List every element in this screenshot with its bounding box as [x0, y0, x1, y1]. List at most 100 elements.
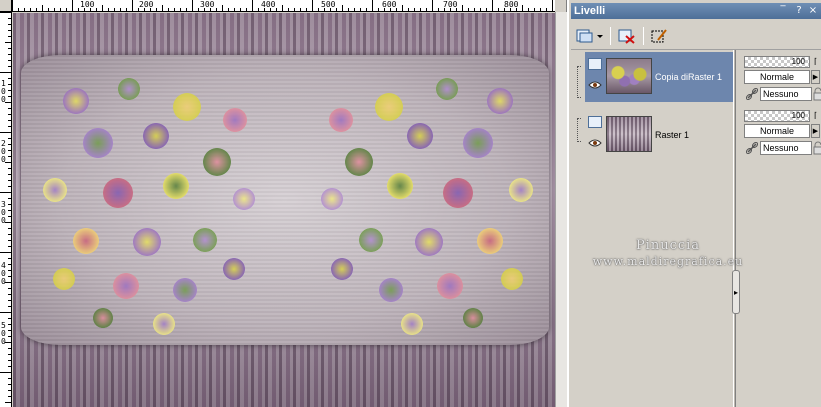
ruler-label: 200 [139, 0, 154, 9]
lock-icon[interactable] [813, 87, 821, 101]
flower-blob [233, 188, 255, 210]
raster-layer-icon [588, 116, 602, 128]
delete-layer-icon [618, 29, 635, 44]
watermark-url: www.maldiregrafica.eu [592, 255, 744, 268]
blend-mode-select[interactable]: Normale [744, 70, 810, 84]
toolbar-separator [610, 27, 611, 45]
group-link-select[interactable]: Nessuno [760, 141, 812, 155]
close-icon[interactable]: × [807, 5, 819, 17]
flower-blob [223, 108, 247, 132]
layers-title-bar[interactable]: Livelli ‾ ? × [571, 3, 821, 19]
layer-properties-copia-raster-1: 100 ⌈ Normale ▶ Nessuno [744, 54, 821, 106]
canvas-image[interactable] [13, 13, 555, 407]
flower-blob [133, 228, 161, 256]
watermark-name: Pinuccia [635, 238, 701, 253]
ruler-label: 400 [261, 0, 276, 9]
ruler-label: 700 [443, 0, 458, 9]
flower-blob [63, 88, 89, 114]
canvas-pane: 100 200 300 400 500 600 700 800 1 0 0 2 … [0, 0, 567, 407]
flower-bouquet-right [298, 68, 553, 343]
flower-blob [93, 308, 113, 328]
flower-blob [345, 148, 373, 176]
flower-blob [436, 78, 458, 100]
blend-mode-select[interactable]: Normale [744, 124, 810, 138]
flower-blob [153, 313, 175, 335]
new-layer-button[interactable] [575, 26, 605, 46]
ruler-label: 5 0 0 [1, 321, 6, 346]
delete-layer-button[interactable] [616, 26, 638, 46]
ruler-label: 600 [382, 0, 397, 9]
flower-blob [375, 93, 403, 121]
eye-icon[interactable] [588, 138, 602, 148]
pin-icon[interactable]: ‾ [777, 5, 789, 17]
group-link-select[interactable]: Nessuno [760, 87, 812, 101]
chevron-right-icon[interactable]: ▶ [811, 70, 820, 84]
flower-blob [331, 258, 353, 280]
group-link-bracket [577, 66, 581, 98]
flower-blob [113, 273, 139, 299]
layer-row-copia-raster-1[interactable]: Copia diRaster 1 [577, 52, 735, 102]
flower-blob [223, 258, 245, 280]
flower-blob [203, 148, 231, 176]
minimize-icon[interactable]: ? [793, 5, 805, 17]
opacity-slider-icon[interactable]: ⌈ [811, 56, 820, 68]
opacity-field[interactable]: 100 [744, 110, 810, 122]
vertical-scrollbar[interactable] [555, 12, 567, 407]
ruler-label: 100 [80, 0, 95, 9]
edit-selection-button[interactable] [648, 26, 670, 46]
chevron-right-icon[interactable]: ▶ [811, 124, 820, 138]
flower-blob [43, 178, 67, 202]
opacity-field[interactable]: 100 [744, 56, 810, 68]
raster-layer-icon [588, 58, 602, 70]
flower-blob [387, 173, 413, 199]
app-window: 100 200 300 400 500 600 700 800 1 0 0 2 … [0, 0, 821, 407]
ruler-label: 300 [200, 0, 215, 9]
layers-title: Livelli [574, 5, 606, 17]
ruler-corner [0, 0, 12, 12]
opacity-value: 100 [791, 57, 805, 66]
flower-blob [463, 308, 483, 328]
flower-blob [379, 278, 403, 302]
layer-thumbnail [606, 116, 652, 152]
flower-blob [118, 78, 140, 100]
ruler-label: 4 0 0 [1, 261, 6, 286]
layer-properties-raster-1: 100 ⌈ Normale ▶ Nessuno [744, 108, 821, 160]
toolbar-separator [643, 27, 644, 45]
flower-blob [463, 128, 493, 158]
layer-row-raster-1[interactable]: Raster 1 [577, 110, 735, 160]
ruler-label: 1 0 0 [1, 79, 6, 104]
flower-blob [487, 88, 513, 114]
flower-blob [321, 188, 343, 210]
properties-divider[interactable] [733, 50, 736, 407]
link-icon[interactable] [745, 87, 759, 101]
collapse-handle[interactable]: ▸ [732, 270, 740, 314]
flower-blob [143, 123, 169, 149]
layer-thumbnail [606, 58, 652, 94]
flower-blob [73, 228, 99, 254]
layers-palette: Livelli ‾ ? × Copia diRaster 1 Raster 1 … [567, 0, 821, 407]
flower-blob [103, 178, 133, 208]
ruler-label: 3 0 0 [1, 200, 6, 225]
flower-blob [477, 228, 503, 254]
layer-list: Copia diRaster 1 Raster 1 [575, 52, 740, 402]
watermark: Pinuccia www.maldiregrafica.eu [578, 238, 758, 268]
vertical-ruler: 1 0 0 2 0 0 3 0 0 4 0 0 5 0 0 [0, 12, 12, 407]
link-icon[interactable] [745, 141, 759, 155]
flower-blob [359, 228, 383, 252]
ruler-label: 500 [321, 0, 336, 9]
flower-blob [501, 268, 523, 290]
opacity-slider-icon[interactable]: ⌈ [811, 110, 820, 122]
flower-blob [437, 273, 463, 299]
opacity-value: 100 [791, 111, 805, 120]
eye-icon[interactable] [588, 80, 602, 90]
flower-blob [83, 128, 113, 158]
flower-blob [193, 228, 217, 252]
lock-icon[interactable] [813, 141, 821, 155]
flower-blob [407, 123, 433, 149]
flower-blob [415, 228, 443, 256]
flower-bouquet-left [23, 68, 278, 343]
flower-blob [401, 313, 423, 335]
horizontal-ruler: 100 200 300 400 500 600 700 800 [12, 0, 555, 12]
flower-blob [509, 178, 533, 202]
flower-blob [173, 93, 201, 121]
